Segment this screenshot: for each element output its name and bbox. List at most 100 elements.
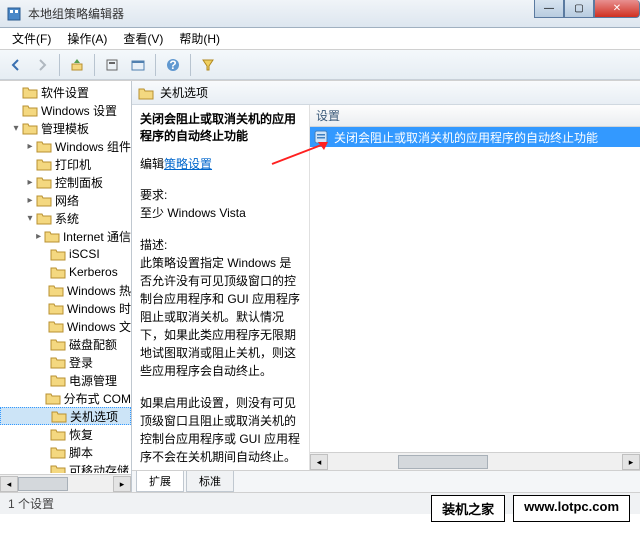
- tree-node[interactable]: 脚本: [0, 443, 131, 461]
- scroll-right-icon[interactable]: ▸: [113, 476, 131, 492]
- tree-label: Windows 组件: [55, 138, 131, 155]
- tree-twisty-icon[interactable]: ▸: [24, 141, 36, 152]
- content-header: 关机选项: [132, 81, 640, 105]
- help-button[interactable]: ?: [161, 53, 185, 77]
- folder-icon: [51, 409, 67, 423]
- scroll-thumb[interactable]: [18, 477, 68, 491]
- folder-icon: [36, 175, 52, 189]
- scroll-track[interactable]: [328, 454, 622, 470]
- scroll-right-icon[interactable]: ▸: [622, 454, 640, 470]
- tree-label: 登录: [69, 354, 93, 371]
- column-header-setting[interactable]: 设置: [310, 105, 640, 127]
- tree-label: Windows 热: [67, 282, 131, 299]
- folder-icon: [138, 86, 154, 100]
- tree-node[interactable]: ▸Internet 通信: [0, 227, 131, 245]
- tree-node[interactable]: ▾管理模板: [0, 119, 131, 137]
- up-button[interactable]: [65, 53, 89, 77]
- scroll-left-icon[interactable]: ◂: [310, 454, 328, 470]
- tree-label: 软件设置: [41, 84, 89, 101]
- toolbar-separator: [59, 54, 60, 76]
- folder-icon: [22, 85, 38, 99]
- setting-row[interactable]: 关闭会阻止或取消关机的应用程序的自动终止功能: [310, 127, 640, 147]
- refresh-button[interactable]: [126, 53, 150, 77]
- sidebar-scrollbar[interactable]: ◂ ▸: [0, 474, 131, 492]
- tree-node[interactable]: Windows 时: [0, 299, 131, 317]
- scroll-thumb[interactable]: [398, 455, 488, 469]
- tree-node[interactable]: Windows 设置: [0, 101, 131, 119]
- menu-action[interactable]: 操作(A): [59, 28, 115, 49]
- menu-help[interactable]: 帮助(H): [171, 28, 228, 49]
- tree-node[interactable]: Windows 热: [0, 281, 131, 299]
- tree-node[interactable]: iSCSI: [0, 245, 131, 263]
- folder-icon: [50, 463, 66, 473]
- tree-view[interactable]: 软件设置Windows 设置▾管理模板▸Windows 组件打印机▸控制面板▸网…: [0, 81, 131, 473]
- edit-policy-link[interactable]: 策略设置: [164, 157, 212, 171]
- tree-label: 磁盘配额: [69, 336, 117, 353]
- scroll-left-icon[interactable]: ◂: [0, 476, 18, 492]
- tree-node[interactable]: 软件设置: [0, 83, 131, 101]
- tree-label: Windows 时: [67, 300, 131, 317]
- close-button[interactable]: ✕: [594, 0, 640, 18]
- tree-node[interactable]: ▸ Windows 组件: [0, 137, 131, 155]
- tree-twisty-icon[interactable]: ▾: [24, 213, 36, 224]
- maximize-button[interactable]: ▢: [564, 0, 594, 18]
- tree-twisty-icon[interactable]: ▸: [24, 177, 36, 188]
- folder-icon: [44, 229, 60, 243]
- menubar: 文件(F) 操作(A) 查看(V) 帮助(H): [0, 28, 640, 50]
- folder-icon: [22, 121, 38, 135]
- toolbar: ?: [0, 50, 640, 80]
- tree-node[interactable]: 可移动存储: [0, 461, 131, 473]
- edit-prefix: 编辑: [140, 157, 164, 171]
- folder-icon: [50, 355, 66, 369]
- tree-twisty-icon[interactable]: ▾: [10, 123, 22, 134]
- description-pane: 关闭会阻止或取消关机的应用程序的自动终止功能 编辑策略设置 要求: 至少 Win…: [132, 105, 310, 470]
- tree-node[interactable]: Windows 文: [0, 317, 131, 335]
- folder-icon: [45, 391, 61, 405]
- tree-label: 电源管理: [69, 372, 117, 389]
- tree-node[interactable]: ▸控制面板: [0, 173, 131, 191]
- tree-node[interactable]: Kerberos: [0, 263, 131, 281]
- folder-icon: [36, 193, 52, 207]
- tree-node[interactable]: ▸ 网络: [0, 191, 131, 209]
- folder-icon: [48, 283, 64, 297]
- setting-label: 关闭会阻止或取消关机的应用程序的自动终止功能: [334, 129, 598, 146]
- tree-node[interactable]: 恢复: [0, 425, 131, 443]
- scroll-track[interactable]: [18, 476, 113, 492]
- folder-icon: [48, 319, 64, 333]
- content-pane: 关机选项 关闭会阻止或取消关机的应用程序的自动终止功能 编辑策略设置 要求: 至…: [132, 81, 640, 492]
- options-button[interactable]: [100, 53, 124, 77]
- tree-node[interactable]: 关机选项: [0, 407, 131, 425]
- tree-node[interactable]: 打印机: [0, 155, 131, 173]
- tree-twisty-icon[interactable]: ▸: [24, 195, 36, 206]
- folder-icon: [50, 265, 66, 279]
- folder-icon: [36, 139, 52, 153]
- tree-twisty-icon[interactable]: ▸: [33, 231, 44, 242]
- toolbar-separator: [155, 54, 156, 76]
- tree-label: 关机选项: [70, 408, 118, 425]
- tree-node[interactable]: 电源管理: [0, 371, 131, 389]
- folder-icon: [36, 211, 52, 225]
- tree-node[interactable]: 分布式 COM: [0, 389, 131, 407]
- menu-file[interactable]: 文件(F): [4, 28, 59, 49]
- folder-icon: [36, 157, 52, 171]
- tree-label: 恢复: [69, 426, 93, 443]
- window-controls: — ▢ ✕: [534, 0, 640, 18]
- tree-node[interactable]: ▾系统: [0, 209, 131, 227]
- tree-node[interactable]: 磁盘配额: [0, 335, 131, 353]
- menu-view[interactable]: 查看(V): [115, 28, 171, 49]
- tree-label: Windows 文: [67, 318, 131, 335]
- tab-standard[interactable]: 标准: [186, 471, 234, 492]
- filter-button[interactable]: [196, 53, 220, 77]
- tree-node[interactable]: 登录: [0, 353, 131, 371]
- tree-label: 网络: [55, 192, 79, 209]
- description-p1: 此策略设置指定 Windows 是否允许没有可见顶级窗口的控制台应用程序和 GU…: [140, 254, 301, 380]
- folder-icon: [50, 373, 66, 387]
- watermark: 装机之家 www.lotpc.com: [431, 495, 630, 522]
- tab-extended[interactable]: 扩展: [136, 471, 184, 492]
- content-title: 关机选项: [160, 84, 208, 101]
- forward-button[interactable]: [30, 53, 54, 77]
- list-scrollbar[interactable]: ◂ ▸: [310, 452, 640, 470]
- back-button[interactable]: [4, 53, 28, 77]
- minimize-button[interactable]: —: [534, 0, 564, 18]
- description-label: 描述:: [140, 236, 301, 254]
